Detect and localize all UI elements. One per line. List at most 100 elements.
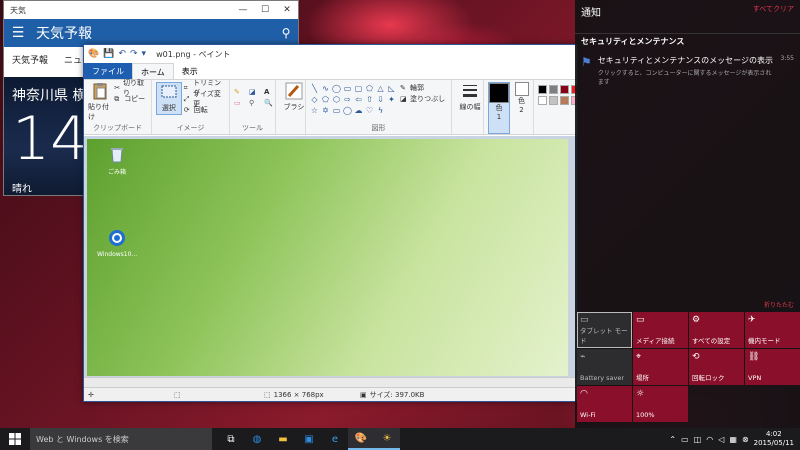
tile-all-settings[interactable]: ⚙ すべての設定 — [689, 312, 744, 348]
search-icon[interactable]: ⚲ — [274, 26, 298, 40]
magnifier-icon[interactable]: 🔍 — [264, 99, 276, 107]
palette-swatch[interactable] — [538, 96, 547, 105]
color2-button[interactable]: 色 2 — [514, 82, 529, 134]
wifi-tray-icon[interactable]: ◠ — [706, 435, 713, 444]
color-palette[interactable] — [538, 85, 577, 105]
eraser-icon[interactable]: ▭ — [234, 99, 246, 107]
pentagon-shape-icon[interactable]: ⬠ — [321, 95, 330, 104]
battery-tray-icon[interactable]: ▭ — [681, 435, 689, 444]
drawing-canvas[interactable]: ごみ箱 Windows10... — [87, 139, 568, 376]
notification-section-title: セキュリティとメンテナンス — [575, 33, 800, 49]
start-button[interactable] — [0, 428, 30, 450]
tile-location[interactable]: ⌖ 場所 — [633, 349, 688, 385]
palette-swatch[interactable] — [560, 85, 569, 94]
diamond-shape-icon[interactable]: ◇ — [310, 95, 319, 104]
tile-media-connect[interactable]: ▭ メディア接続 — [633, 312, 688, 348]
undo-icon[interactable]: ↶ — [118, 49, 126, 59]
hexagon-shape-icon[interactable]: ⬡ — [332, 95, 341, 104]
weather-titlebar: 天気 — ☐ ✕ — [4, 1, 298, 19]
star6-shape-icon[interactable]: ✡ — [321, 106, 330, 115]
scissors-icon: ✂ — [114, 83, 121, 92]
tile-rotation-lock[interactable]: ⟲ 回転ロック — [689, 349, 744, 385]
tile-brightness[interactable]: ☼ 100% — [633, 386, 688, 422]
globe-app-icon[interactable]: ◍ — [244, 428, 270, 450]
text-icon[interactable]: A — [264, 88, 276, 96]
cloud-shape-icon[interactable]: ☁ — [354, 106, 363, 115]
palette-swatch[interactable] — [560, 96, 569, 105]
volume-tray-icon[interactable]: ◁ — [718, 435, 724, 444]
paste-button[interactable]: 貼り付け — [88, 82, 112, 122]
arrow-down-shape-icon[interactable]: ⇩ — [376, 95, 385, 104]
show-hidden-icons-icon[interactable]: ⌃ — [669, 435, 676, 444]
select-button[interactable]: 選択 — [156, 82, 182, 115]
tile-battery-saver[interactable]: ⌁ Battery saver — [577, 349, 632, 385]
tile-label: VPN — [748, 374, 762, 382]
triangle-shape-icon[interactable]: △ — [376, 84, 385, 93]
outline-button[interactable]: ✎ 輪郭 — [400, 82, 445, 93]
nav-item-forecast[interactable]: 天気予報 — [12, 53, 48, 66]
action-center: 通知 すべてクリア セキュリティとメンテナンス ⚑ セキュリティとメンテナンスの… — [575, 0, 800, 428]
palette-swatch[interactable] — [549, 85, 558, 94]
redo-icon[interactable]: ↷ — [130, 49, 138, 59]
airplane-icon: ✈ — [748, 315, 756, 325]
palette-swatch[interactable] — [549, 96, 558, 105]
star4-shape-icon[interactable]: ✦ — [387, 95, 396, 104]
store-icon[interactable]: ▣ — [296, 428, 322, 450]
action-center-tray-icon[interactable]: ⊗ — [742, 435, 749, 444]
tile-wifi[interactable]: ◠ Wi-Fi — [577, 386, 632, 422]
notification-item[interactable]: ⚑ セキュリティとメンテナンスのメッセージの表示 クリックすると、コンピューター… — [575, 49, 800, 92]
minimize-button[interactable]: — — [232, 5, 254, 15]
arrow-left-shape-icon[interactable]: ⇦ — [354, 95, 363, 104]
ime-tray-icon[interactable]: ▦ — [729, 435, 737, 444]
rect-shape-icon[interactable]: ▭ — [343, 84, 352, 93]
callout-oval-shape-icon[interactable]: ◯ — [343, 106, 352, 115]
star5-shape-icon[interactable]: ☆ — [310, 106, 319, 115]
task-view-icon[interactable]: ⧉ — [218, 428, 244, 450]
customize-qat-icon[interactable]: ▾ — [142, 49, 147, 59]
resize-button[interactable]: ⤢ サイズ変更 — [184, 90, 225, 108]
maximize-button[interactable]: ☐ — [254, 5, 276, 15]
color1-button[interactable]: 色 1 — [488, 82, 510, 134]
palette-swatch[interactable] — [538, 85, 547, 94]
tile-airplane-mode[interactable]: ✈ 機内モード — [745, 312, 800, 348]
taskbar-search-box[interactable]: Web と Windows を検索 — [30, 428, 212, 450]
paint-titlebar: 🎨 💾 ↶ ↷ ▾ w01.png - ペイント — [84, 45, 577, 63]
oval-shape-icon[interactable]: ◯ — [332, 84, 341, 93]
clear-all-link[interactable]: すべてクリア — [753, 4, 794, 19]
color-picker-icon[interactable]: ⚲ — [249, 99, 261, 107]
tools-group-label: ツール — [242, 124, 263, 132]
tile-vpn[interactable]: ⛓ VPN — [745, 349, 800, 385]
fill-icon[interactable]: ◪ — [249, 88, 261, 96]
horizontal-scrollbar[interactable] — [84, 377, 577, 387]
callout-rect-shape-icon[interactable]: ▭ — [332, 106, 341, 115]
polygon-shape-icon[interactable]: ⬠ — [365, 84, 374, 93]
size-button[interactable]: 線の幅 — [456, 82, 484, 112]
lightning-shape-icon[interactable]: ϟ — [376, 106, 385, 115]
pencil-icon[interactable]: ✎ — [234, 88, 246, 96]
weather-taskbar-icon[interactable]: ☀ — [374, 428, 400, 450]
curve-shape-icon[interactable]: ∿ — [321, 84, 330, 93]
heart-shape-icon[interactable]: ♡ — [365, 106, 374, 115]
collapse-link[interactable]: 折りたたむ — [764, 300, 794, 309]
fill-button[interactable]: ◪ 塗りつぶし — [400, 93, 445, 104]
notification-desc: クリックすると、コンピューターに関するメッセージが表示されます — [597, 70, 772, 86]
arrow-up-shape-icon[interactable]: ⇧ — [365, 95, 374, 104]
brush-icon — [285, 82, 303, 100]
right-triangle-shape-icon[interactable]: ◺ — [387, 84, 396, 93]
cut-button[interactable]: ✂ 切り取り — [114, 79, 147, 97]
brushes-button[interactable]: ブラシ — [280, 82, 308, 112]
line-shape-icon[interactable]: ╲ — [310, 84, 319, 93]
tile-tablet-mode[interactable]: ▭ タブレット モード — [577, 312, 632, 348]
file-explorer-icon[interactable]: ▬ — [270, 428, 296, 450]
copy-button[interactable]: ⧉ コピー — [114, 93, 147, 104]
rounded-rect-shape-icon[interactable]: ▢ — [354, 84, 363, 93]
shapes-gallery[interactable]: ╲ ∿ ◯ ▭ ▢ ⬠ △ ◺ ◇ ⬠ ⬡ ⇨ ⇦ ⇧ ⇩ ✦ ☆ ✡ ▭ ◯ ☁ ♡ ϟ — [310, 84, 396, 115]
taskbar-clock[interactable]: 4:02 2015/05/11 — [754, 430, 794, 448]
close-button[interactable]: ✕ — [276, 5, 298, 15]
ie-browser-icon[interactable]: e — [322, 428, 348, 450]
hamburger-menu-icon[interactable]: ☰ — [4, 25, 32, 41]
paint-taskbar-icon[interactable]: 🎨 — [348, 428, 374, 450]
arrow-right-shape-icon[interactable]: ⇨ — [343, 95, 352, 104]
save-icon[interactable]: 💾 — [103, 49, 114, 59]
network-tray-icon[interactable]: ◫ — [694, 435, 702, 444]
